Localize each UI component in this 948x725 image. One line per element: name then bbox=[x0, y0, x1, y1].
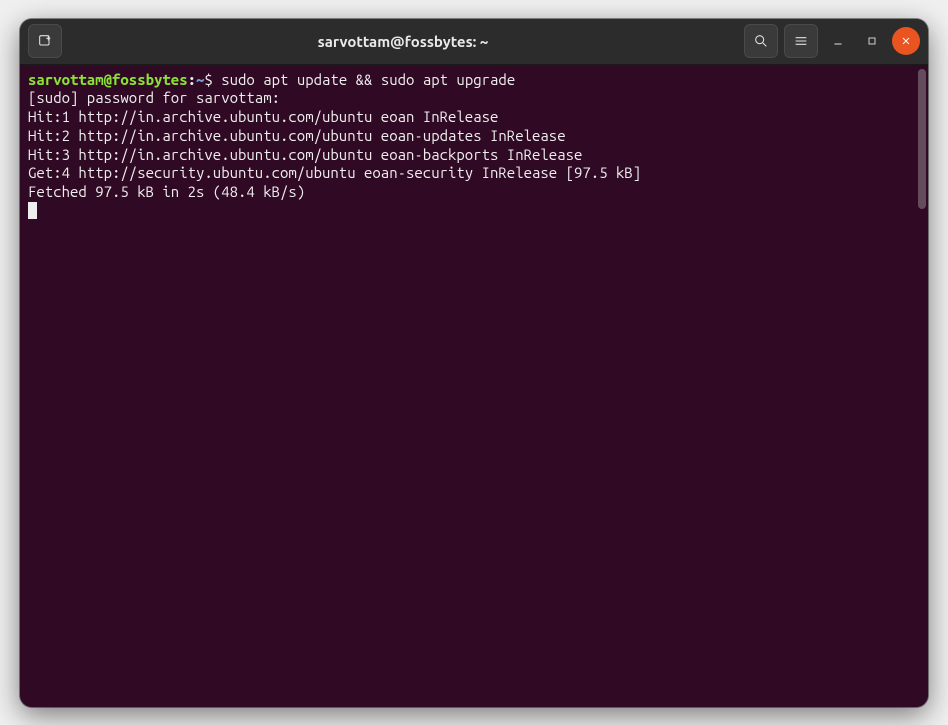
output-line: Hit:2 http://in.archive.ubuntu.com/ubunt… bbox=[28, 127, 920, 146]
new-tab-icon bbox=[37, 33, 53, 49]
terminal-body[interactable]: sarvottam@fossbytes:~$ sudo apt update &… bbox=[20, 65, 928, 707]
prompt-symbol: $ bbox=[204, 71, 212, 88]
prompt-user-host: sarvottam@fossbytes bbox=[28, 71, 188, 88]
menu-icon bbox=[793, 33, 809, 49]
close-icon bbox=[900, 35, 912, 47]
terminal-window: sarvottam@fossbytes: ~ bbox=[20, 19, 928, 707]
maximize-button[interactable] bbox=[858, 27, 886, 55]
titlebar: sarvottam@fossbytes: ~ bbox=[20, 19, 928, 65]
minimize-button[interactable] bbox=[824, 27, 852, 55]
output-line: Hit:3 http://in.archive.ubuntu.com/ubunt… bbox=[28, 146, 920, 165]
titlebar-right-controls bbox=[744, 24, 920, 58]
prompt-separator: : bbox=[188, 71, 196, 88]
scrollbar[interactable] bbox=[918, 69, 926, 209]
prompt-line: sarvottam@fossbytes:~$ sudo apt update &… bbox=[28, 71, 920, 90]
command-text: sudo apt update && sudo apt upgrade bbox=[213, 71, 515, 88]
search-icon bbox=[753, 33, 769, 49]
close-button[interactable] bbox=[892, 27, 920, 55]
output-line: Hit:1 http://in.archive.ubuntu.com/ubunt… bbox=[28, 108, 920, 127]
output-line: [sudo] password for sarvottam: bbox=[28, 89, 920, 108]
output-line: Get:4 http://security.ubuntu.com/ubuntu … bbox=[28, 164, 920, 183]
output-line: Fetched 97.5 kB in 2s (48.4 kB/s) bbox=[28, 183, 920, 202]
minimize-icon bbox=[832, 35, 844, 47]
new-tab-button[interactable] bbox=[28, 24, 62, 58]
cursor bbox=[28, 202, 37, 219]
search-button[interactable] bbox=[744, 24, 778, 58]
window-title: sarvottam@fossbytes: ~ bbox=[68, 33, 738, 50]
cursor-line bbox=[28, 202, 920, 221]
maximize-icon bbox=[866, 35, 878, 47]
menu-button[interactable] bbox=[784, 24, 818, 58]
